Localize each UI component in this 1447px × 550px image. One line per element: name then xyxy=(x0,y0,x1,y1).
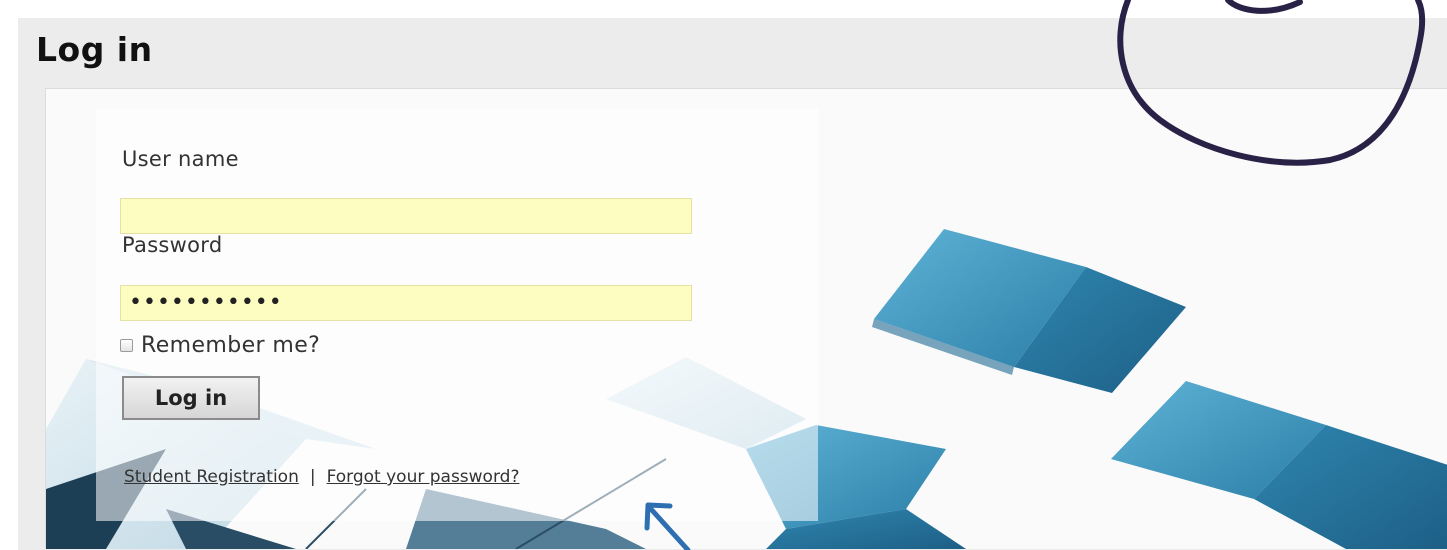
remember-me-row[interactable]: Remember me? xyxy=(120,331,320,359)
page-title: Log in xyxy=(36,30,153,69)
username-field[interactable] xyxy=(120,198,692,234)
links-row: Student Registration | Forgot your passw… xyxy=(124,467,519,487)
password-field[interactable]: ••••••••••• xyxy=(120,285,692,321)
annotation-circle-top-icon xyxy=(1225,0,1303,14)
login-form: User name Password ••••••••••• Remember … xyxy=(96,109,818,521)
login-panel: User name Password ••••••••••• Remember … xyxy=(45,88,1447,549)
remember-me-label: Remember me? xyxy=(141,332,321,358)
login-button[interactable]: Log in xyxy=(122,376,260,420)
student-registration-link[interactable]: Student Registration xyxy=(124,467,299,487)
remember-me-checkbox[interactable] xyxy=(120,338,133,352)
username-label: User name xyxy=(122,147,239,171)
password-label: Password xyxy=(122,233,223,257)
forgot-password-link[interactable]: Forgot your password? xyxy=(327,467,520,487)
link-separator: | xyxy=(309,467,316,487)
